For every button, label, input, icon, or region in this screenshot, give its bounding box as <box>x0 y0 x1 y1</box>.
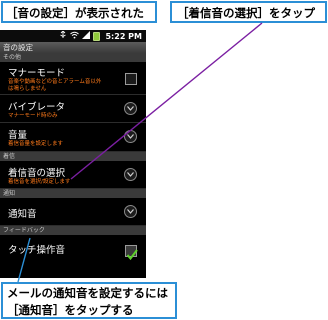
page-title: 音の設定 <box>0 42 146 53</box>
setting-row-volume[interactable]: 音量 着信音量を設定します <box>0 123 146 152</box>
callout-notification-line1: メールの通知音を設定するには <box>7 286 168 300</box>
check-icon <box>126 249 138 261</box>
status-time: 5:22 PM <box>105 32 142 41</box>
manner-mode-checkbox[interactable] <box>125 73 137 85</box>
callout-tap-ringtone-text: ［着信音の選択］をタップ <box>177 6 315 20</box>
callout-settings-shown: ［音の設定］が表示された <box>1 1 157 23</box>
wifi-icon <box>70 31 80 42</box>
battery-icon <box>93 32 101 41</box>
callout-tap-ringtone: ［着信音の選択］をタップ <box>170 1 327 23</box>
callout-notification-line2: ［通知音］をタップする <box>7 303 134 317</box>
volume-subtext: 着信音量を設定します <box>8 141 64 147</box>
chevron-down-icon[interactable] <box>124 130 137 143</box>
vibrate-subtext: マナーモード時のみ <box>8 113 58 119</box>
signal-icon <box>82 31 91 42</box>
chevron-down-icon[interactable] <box>124 102 137 115</box>
callout-notification-sound: メールの通知音を設定するには ［通知音］をタップする <box>1 282 177 319</box>
section-header-feedback: フィードバック <box>0 226 146 235</box>
ringtone-subtext: 着信音を選択/設定します <box>8 179 71 185</box>
setting-row-vibrate[interactable]: バイブレータ マナーモード時のみ <box>0 95 146 123</box>
callout-settings-shown-text: ［音の設定］が表示された <box>6 6 144 20</box>
phone-screen: 5:22 PM 音の設定 その他 マナーモード 音楽や動画などの音とアラーム音以… <box>0 30 146 278</box>
section-header-ringtone: 着信 <box>0 152 146 161</box>
setting-row-ringtone[interactable]: 着信音の選択 着信音を選択/設定します <box>0 161 146 189</box>
setting-row-manner-mode[interactable]: マナーモード 音楽や動画などの音とアラーム音以外 は鳴らしません <box>0 62 146 95</box>
usb-icon <box>59 30 67 42</box>
manner-mode-subtext-2: は鳴らしません <box>8 86 47 92</box>
status-bar: 5:22 PM <box>0 30 146 42</box>
chevron-down-icon[interactable] <box>124 168 137 181</box>
touch-sound-checkbox[interactable] <box>125 245 138 261</box>
chevron-down-icon[interactable] <box>124 205 137 218</box>
setting-row-notification-sound[interactable]: 通知音 <box>0 198 146 226</box>
setting-row-touch-sound[interactable]: タッチ操作音 <box>0 235 146 261</box>
section-header-other: その他 <box>0 53 146 62</box>
section-header-notification: 通知 <box>0 189 146 198</box>
